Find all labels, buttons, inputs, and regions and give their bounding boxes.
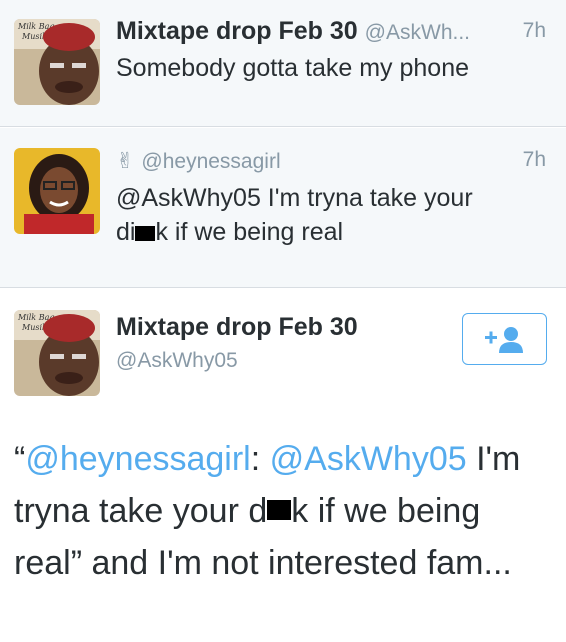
user-avatar[interactable]: Milk Bag Musik [14,19,100,105]
user-avatar[interactable] [14,148,100,234]
tweet-text-line: @AskWhy05 I'm tryna take your [116,184,473,212]
tweet-text-fragment: k if we being real [155,218,344,246]
mention-link[interactable]: @heynessagirl [25,440,250,478]
redaction-block [135,226,156,241]
quote-mark: “ [14,440,26,478]
main-tweet: Milk Bag Musik Mixtape drop Feb 30 @AskW… [0,289,566,642]
timeline-tweet[interactable]: Milk Bag Musik Mixtape drop Feb 30 @AskW… [0,0,566,127]
user-handle[interactable]: @heynessagirl [141,150,280,173]
redaction-block [267,500,292,520]
handle-row: @AskWhy05 [116,345,238,374]
tweet-timestamp: 7h [522,148,546,171]
tweet-text-fragment: di [116,218,136,246]
display-name[interactable]: Mixtape drop Feb 30 [116,313,358,342]
user-avatar[interactable]: Milk Bag Musik [14,310,100,396]
display-name[interactable]: Mixtape drop Feb 30 @AskWh... [116,17,470,46]
tweet-text-line: di k if we being real [116,215,473,249]
woman-avatar-icon [14,148,100,234]
victory-hand-icon: ✌ [116,148,135,173]
user-handle[interactable]: @AskWhy05 [116,349,238,372]
tweet-header: ✌ @heynessagirl [116,146,281,175]
tweet-timestamp: 7h [522,19,546,42]
add-user-icon [484,327,523,353]
main-tweet-text: “@heynessagirl: @AskWhy05 I'm tryna take… [14,433,554,589]
display-name-text: Mixtape drop Feb 30 [116,17,358,45]
user-handle[interactable]: @AskWh... [365,21,470,44]
milk-bag-musik-avatar-icon: Milk Bag Musik [14,19,100,105]
mention-link[interactable]: @AskWhy05 [270,440,467,478]
milk-bag-musik-avatar-icon: Milk Bag Musik [14,310,100,396]
tweet-text: Somebody gotta take my phone [116,54,470,82]
timeline-tweet[interactable]: ✌ @heynessagirl 7h @AskWhy05 I'm tryna t… [0,128,566,288]
follow-button[interactable] [462,313,547,365]
text-fragment: : [250,440,270,478]
tweet-text: @AskWhy05 I'm tryna take your di k if we … [116,181,473,249]
